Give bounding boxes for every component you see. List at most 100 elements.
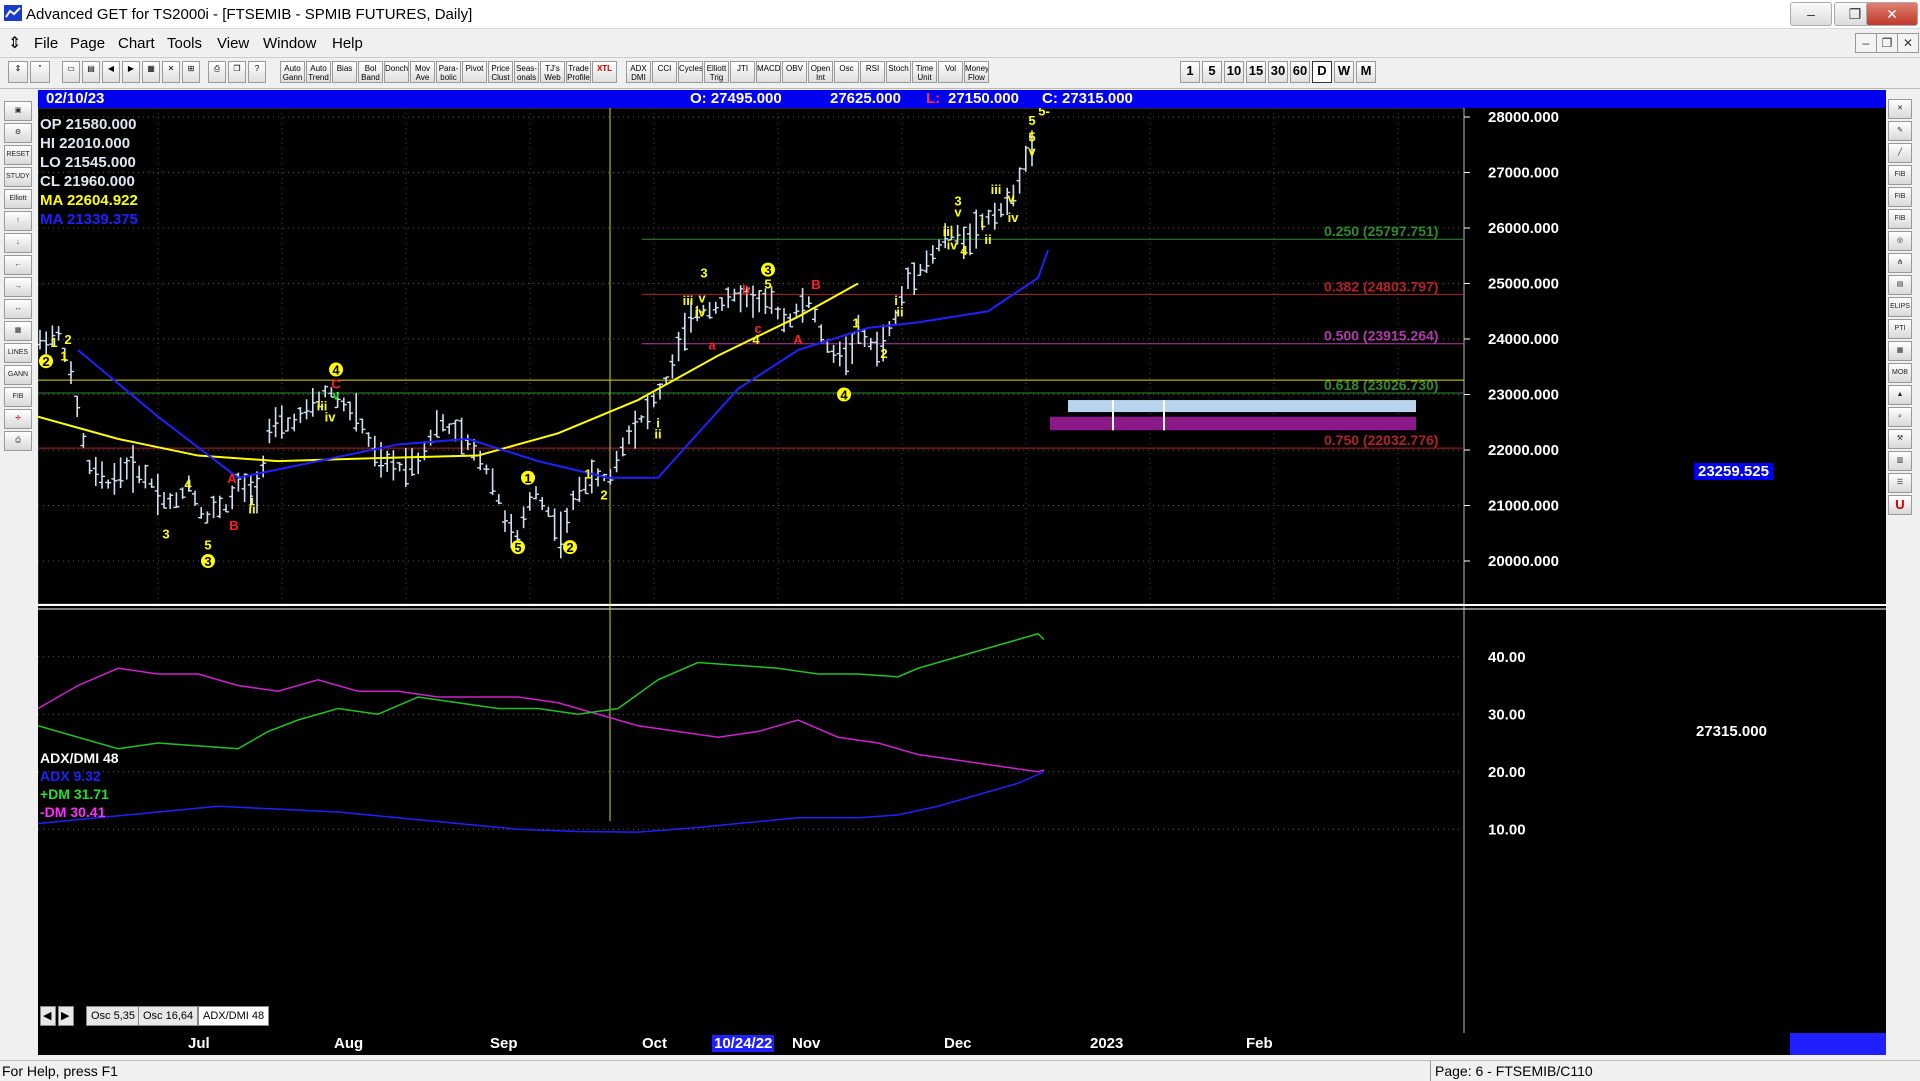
- tb-stoch[interactable]: Stoch: [886, 61, 911, 83]
- tb-mov-ave[interactable]: Mov Ave: [410, 61, 435, 83]
- gann-icon[interactable]: ⚙: [4, 123, 32, 143]
- calc-icon[interactable]: ▥: [1888, 451, 1912, 471]
- print-icon[interactable]: ⎙: [208, 61, 226, 83]
- tb-tjs-web[interactable]: TJ's Web: [540, 61, 565, 83]
- close-tool-icon[interactable]: ✕: [1888, 99, 1912, 119]
- tb-parabolic[interactable]: Para-bolic: [436, 61, 461, 83]
- print-tool-icon[interactable]: ⎙: [4, 431, 32, 451]
- tab-scroll-right-icon[interactable]: ▶: [58, 1006, 74, 1026]
- grid-icon[interactable]: ▦: [142, 61, 160, 83]
- arrow-right-icon[interactable]: →: [4, 277, 32, 297]
- tb-cycles[interactable]: Cycles: [678, 61, 703, 83]
- tf-weekly[interactable]: W: [1334, 61, 1354, 83]
- close-button[interactable]: ✕: [1866, 2, 1918, 26]
- mdi-restore-button[interactable]: ❐: [1876, 33, 1898, 53]
- circle-icon[interactable]: ◎: [1888, 231, 1912, 251]
- minimize-button[interactable]: –: [1790, 2, 1832, 26]
- tab-osc-5-35[interactable]: Osc 5,35: [86, 1006, 140, 1026]
- wrench-icon[interactable]: ⚒: [1888, 429, 1912, 449]
- tf-1[interactable]: 1: [1180, 61, 1200, 83]
- tab-adx-dmi-48[interactable]: ADX/DMI 48: [198, 1006, 269, 1026]
- mdi-minimize-button[interactable]: –: [1855, 33, 1877, 53]
- tf-daily[interactable]: D: [1312, 61, 1332, 83]
- new-page-icon[interactable]: ▭: [62, 61, 80, 83]
- tf-monthly[interactable]: M: [1356, 61, 1376, 83]
- fib-ret-icon[interactable]: FIB RET: [1888, 165, 1912, 185]
- tb-vol[interactable]: Vol: [938, 61, 963, 83]
- tb-osc[interactable]: Osc: [834, 61, 859, 83]
- tb-macd[interactable]: MACD: [756, 61, 781, 83]
- tb-open-int[interactable]: Open Int: [808, 61, 833, 83]
- arrow-up-tool-icon[interactable]: ▲: [1888, 385, 1912, 405]
- tab-osc-16-64[interactable]: Osc 16,64: [138, 1006, 198, 1026]
- tb-bol-band[interactable]: Bol Band: [358, 61, 383, 83]
- tb-elliott-trig[interactable]: Elliott Trig: [704, 61, 729, 83]
- tb-trade-profile[interactable]: Trade Profile: [566, 61, 591, 83]
- arrow-up-icon[interactable]: ↑: [4, 211, 32, 231]
- tb-xtl[interactable]: XTL: [592, 61, 617, 83]
- study-icon[interactable]: STUDY: [4, 167, 32, 187]
- menu-tools[interactable]: Tools: [167, 35, 202, 52]
- tf-15[interactable]: 15: [1246, 61, 1266, 83]
- chart-area[interactable]: 28000.00027000.00026000.00025000.0002400…: [38, 108, 1886, 1038]
- date-scroll-block[interactable]: [1790, 1033, 1886, 1055]
- delete-icon[interactable]: ✕: [162, 61, 180, 83]
- fib-icon[interactable]: FIB: [4, 387, 32, 407]
- zoom-icon[interactable]: ⊞: [182, 61, 200, 83]
- tb-auto-gann[interactable]: Auto Gann: [280, 61, 305, 83]
- tb-obv[interactable]: OBV: [782, 61, 807, 83]
- tf-60[interactable]: 60: [1290, 61, 1310, 83]
- magnet-icon[interactable]: U: [1888, 495, 1912, 515]
- tb-jti[interactable]: JTI: [730, 61, 755, 83]
- menu-chart[interactable]: Chart: [118, 35, 155, 52]
- fib-time-icon[interactable]: FIB TIME: [1888, 209, 1912, 229]
- reset-icon[interactable]: RESET: [4, 145, 32, 165]
- tb-seasonals[interactable]: Seas-onals: [514, 61, 539, 83]
- tb-bias[interactable]: Bias: [332, 61, 357, 83]
- menu-window[interactable]: Window: [263, 35, 316, 52]
- pencil-icon[interactable]: ✎: [1888, 121, 1912, 141]
- tf-30[interactable]: 30: [1268, 61, 1288, 83]
- help-cursor-icon[interactable]: ?: [248, 61, 266, 83]
- tf-5[interactable]: 5: [1202, 61, 1222, 83]
- price-chart[interactable]: 28000.00027000.00026000.00025000.0002400…: [38, 108, 1886, 1033]
- quote-icon[interactable]: ": [30, 61, 50, 83]
- expand-icon[interactable]: ↔: [4, 299, 32, 319]
- copy-icon[interactable]: ❐: [228, 61, 246, 83]
- mdi-close-button[interactable]: ✕: [1897, 33, 1919, 53]
- tb-auto-trend[interactable]: Auto Trend: [306, 61, 331, 83]
- grid-tool-icon[interactable]: ▦: [4, 321, 32, 341]
- tb-donch[interactable]: Donch: [384, 61, 409, 83]
- back-icon[interactable]: ◀: [102, 61, 120, 83]
- ellipse-icon[interactable]: ELIPS: [1888, 297, 1912, 317]
- grid-box-icon[interactable]: ▦: [1888, 341, 1912, 361]
- menu-view[interactable]: View: [217, 35, 249, 52]
- tf-10[interactable]: 10: [1224, 61, 1244, 83]
- tb-time-unit[interactable]: Time Unit: [912, 61, 937, 83]
- menu-help[interactable]: Help: [332, 35, 363, 52]
- search-icon[interactable]: ⌕: [1888, 407, 1912, 427]
- fib-ext-icon[interactable]: FIB EXT: [1888, 187, 1912, 207]
- open-icon[interactable]: ▤: [82, 61, 100, 83]
- line-tool-icon[interactable]: ╱: [1888, 143, 1912, 163]
- gann-fan-icon[interactable]: GANN: [4, 365, 32, 385]
- tb-cci[interactable]: CCI: [652, 61, 677, 83]
- folder-icon[interactable]: ▣: [4, 101, 32, 121]
- tab-scroll-left-icon[interactable]: ◀: [40, 1006, 56, 1026]
- tb-adx-dmi[interactable]: ADX DMI: [626, 61, 651, 83]
- tb-rsi[interactable]: RSI: [860, 61, 885, 83]
- elliott-icon[interactable]: Elliott: [4, 189, 32, 209]
- pti-icon[interactable]: PTI: [1888, 319, 1912, 339]
- menu-file[interactable]: File: [34, 35, 58, 52]
- channel-icon[interactable]: ▤: [1888, 275, 1912, 295]
- fan-icon[interactable]: ⋔: [1888, 253, 1912, 273]
- list-icon[interactable]: ☰: [1888, 473, 1912, 493]
- mob-icon[interactable]: MOB: [1888, 363, 1912, 383]
- arrow-down-icon[interactable]: ↓: [4, 233, 32, 253]
- menu-page[interactable]: Page: [70, 35, 105, 52]
- lines-icon[interactable]: LINES: [4, 343, 32, 363]
- forward-icon[interactable]: ▶: [122, 61, 140, 83]
- tb-money-flow[interactable]: Money Flow: [964, 61, 989, 83]
- arrow-left-icon[interactable]: ←: [4, 255, 32, 275]
- crosshair-icon[interactable]: ✛: [4, 409, 32, 429]
